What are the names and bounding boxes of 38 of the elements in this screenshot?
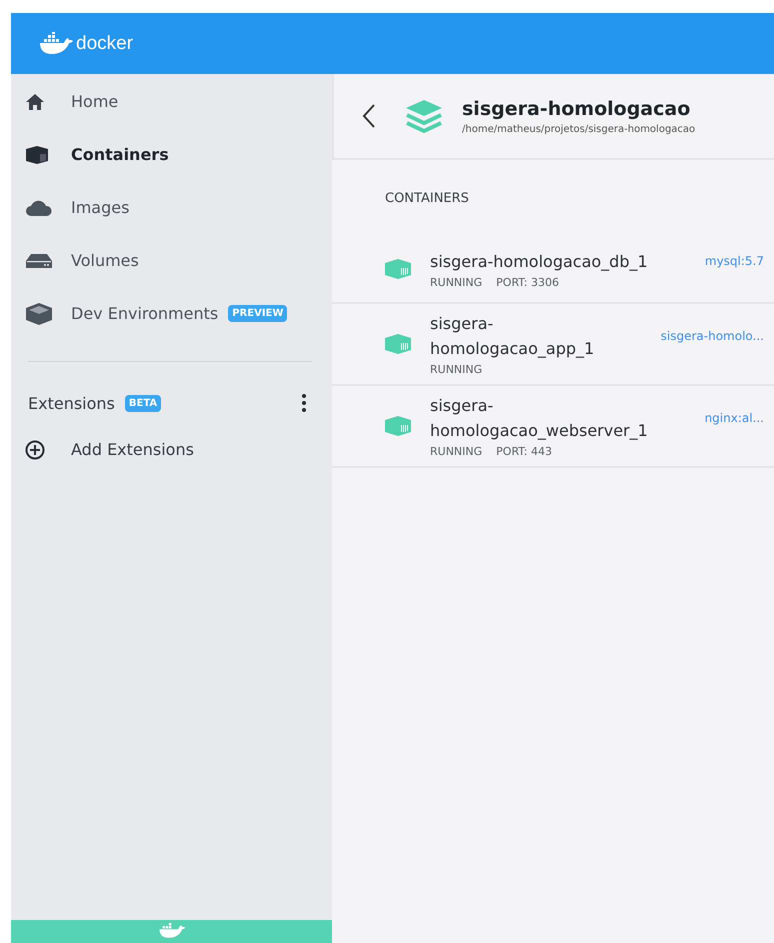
cube-icon [25,302,53,326]
container-row[interactable]: sisgera-homologacao_webserver_1 nginx:al... RUNNING PORT: 443 [332,386,774,468]
chevron-left-icon [362,103,376,129]
kebab-menu-icon [302,394,306,412]
whale-icon [158,920,186,940]
house-icon [25,92,45,110]
container-icon [25,144,49,164]
nav-item[interactable]: Home [11,75,332,128]
app-path: /home/matheus/projetos/sisgera-homologacao [462,124,696,134]
section-heading: CONTAINERS [384,190,470,208]
container-icon [384,332,412,354]
status-label: RUNNING [430,445,482,458]
whale-icon [38,32,74,56]
plus-circle-icon [25,440,45,460]
container-icon [384,414,412,436]
port-label: PORT: 443 [496,445,552,458]
port-label: PORT: 3306 [496,276,559,288]
layers-icon [404,99,444,133]
beta-badge: BETA [124,394,162,412]
cloud-icon [25,198,53,216]
extensions-heading: Extensions [28,394,115,412]
nav-item[interactable]: Dev Environments PREVIEW [11,287,332,340]
app-title: sisgera-homologacao [462,98,692,120]
nav-item[interactable]: Images [11,181,332,234]
container-row[interactable]: sisgera-homologacao_db_1 mysql:5.7 RUNNING PORT: 3306 [332,236,774,304]
preview-badge: PREVIEW [228,305,288,322]
container-row[interactable]: sisgera-homologacao_app_1 sisgera-homolo... RUNNING [332,304,774,386]
logo-text: docker [76,32,134,54]
container-name: sisgera-homologacao_app_1 [430,313,596,360]
drive-icon [25,252,53,268]
container-name: sisgera-homologacao_webserver_1 [430,395,649,442]
nav-item[interactable]: Containers [11,128,332,181]
status-label: RUNNING [430,276,482,288]
status-label: RUNNING [430,363,482,376]
container-icon [384,258,412,280]
container-name: sisgera-homologacao_db_1 [430,250,648,273]
add-extensions-item[interactable]: Add Extensions [11,423,332,476]
nav-item[interactable]: Volumes [11,234,332,287]
